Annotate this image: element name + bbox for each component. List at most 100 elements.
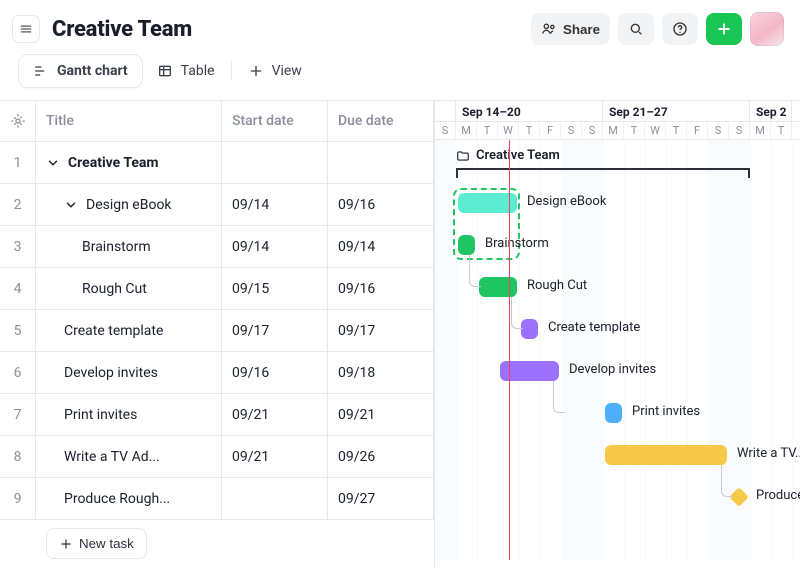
due-date-cell[interactable]: 09/21: [328, 394, 434, 436]
gear-icon: [10, 113, 26, 129]
task-title: Produce Rough...: [64, 491, 170, 507]
gantt-group-title: Creative Team: [476, 148, 560, 163]
row-number: 8: [0, 436, 36, 478]
gantt-bar-label: Write a TV...: [737, 446, 800, 461]
task-title-cell[interactable]: Develop invites: [36, 352, 222, 394]
due-date-cell[interactable]: 09/27: [328, 478, 434, 520]
gantt-bar[interactable]: [458, 235, 475, 255]
due-date-cell[interactable]: [328, 142, 434, 184]
search-button[interactable]: [618, 13, 654, 45]
start-date-cell[interactable]: 09/15: [222, 268, 328, 310]
task-title: Design eBook: [86, 197, 172, 213]
timeline-day-label: T: [519, 122, 540, 139]
task-title-cell[interactable]: Rough Cut: [36, 268, 222, 310]
timeline-day-label: T: [624, 122, 645, 139]
task-title: Brainstorm: [82, 239, 151, 255]
sidebar-toggle-button[interactable]: [12, 15, 40, 43]
gantt-bar-label: Print invites: [632, 404, 700, 419]
help-icon: [672, 21, 688, 37]
add-view-button[interactable]: View: [234, 55, 316, 87]
gantt-bar[interactable]: [605, 445, 727, 465]
gantt-dependency: [511, 297, 523, 329]
due-date-cell[interactable]: 09/14: [328, 226, 434, 268]
row-number: 6: [0, 352, 36, 394]
due-date-cell[interactable]: 09/16: [328, 184, 434, 226]
tab-gantt[interactable]: Gantt chart: [18, 54, 143, 88]
timeline-day-label: F: [687, 122, 708, 139]
table-icon: [157, 63, 173, 79]
share-label: Share: [563, 22, 600, 37]
due-date-cell[interactable]: 09/26: [328, 436, 434, 478]
start-date-cell[interactable]: 09/17: [222, 310, 328, 352]
start-date-cell[interactable]: 09/14: [222, 184, 328, 226]
table-settings-button[interactable]: [0, 101, 36, 142]
start-date-cell[interactable]: [222, 142, 328, 184]
timeline-day-label: S: [729, 122, 750, 139]
gantt-bar[interactable]: [479, 277, 517, 297]
task-title-cell[interactable]: Produce Rough...: [36, 478, 222, 520]
tab-table[interactable]: Table: [143, 55, 229, 87]
gantt-dependency: [469, 255, 481, 287]
task-title: Rough Cut: [82, 281, 147, 297]
task-title-cell[interactable]: Write a TV Ad...: [36, 436, 222, 478]
start-date-cell[interactable]: 09/21: [222, 394, 328, 436]
row-number: 7: [0, 394, 36, 436]
folder-icon: [456, 149, 470, 163]
timeline-day-label: T: [666, 122, 687, 139]
plus-icon: [59, 537, 73, 551]
task-title-cell[interactable]: Creative Team: [36, 142, 222, 184]
gantt-bar[interactable]: [521, 319, 538, 339]
gantt-bar[interactable]: [605, 403, 622, 423]
new-task-label: New task: [79, 536, 134, 551]
timeline-week-label: Sep 14–20: [456, 101, 603, 121]
start-date-cell[interactable]: 09/14: [222, 226, 328, 268]
timeline-day-label: F: [540, 122, 561, 139]
gantt-bar-label: Brainstorm: [485, 236, 549, 251]
gantt-bar-label: Design eBook: [527, 194, 606, 209]
task-title-cell[interactable]: Design eBook: [36, 184, 222, 226]
task-title: Write a TV Ad...: [64, 449, 160, 465]
task-title-cell[interactable]: Brainstorm: [36, 226, 222, 268]
row-number: 9: [0, 478, 36, 520]
help-button[interactable]: [662, 13, 698, 45]
search-icon: [628, 21, 644, 37]
gantt-bar-label: Create template: [548, 320, 640, 335]
timeline-day-label: S: [435, 122, 456, 139]
gantt-group-bracket: [456, 168, 750, 178]
tab-gantt-label: Gantt chart: [57, 63, 128, 79]
tab-separator: [231, 61, 232, 81]
due-date-cell[interactable]: 09/18: [328, 352, 434, 394]
gantt-dependency: [721, 465, 733, 497]
today-marker: [509, 140, 510, 560]
task-title-cell[interactable]: Create template: [36, 310, 222, 352]
due-date-cell[interactable]: 09/17: [328, 310, 434, 352]
new-task-button[interactable]: New task: [46, 528, 147, 559]
avatar[interactable]: [750, 12, 784, 46]
due-date-cell[interactable]: 09/16: [328, 268, 434, 310]
timeline-day-label: W: [645, 122, 666, 139]
start-date-cell[interactable]: [222, 478, 328, 520]
task-title-cell[interactable]: Print invites: [36, 394, 222, 436]
task-title: Creative Team: [68, 155, 159, 171]
share-button[interactable]: Share: [531, 13, 610, 45]
page-title: Creative Team: [52, 17, 192, 42]
gantt-dependency: [553, 381, 565, 413]
add-view-label: View: [272, 63, 302, 79]
create-button[interactable]: [706, 13, 742, 45]
start-date-cell[interactable]: 09/16: [222, 352, 328, 394]
start-date-cell[interactable]: 09/21: [222, 436, 328, 478]
gantt-bar-label: Produce...: [756, 488, 800, 503]
chevron-down-icon: [46, 156, 60, 170]
timeline-day-label: S: [561, 122, 582, 139]
timeline-day-label: W: [498, 122, 519, 139]
row-number: 5: [0, 310, 36, 352]
column-title[interactable]: Title: [36, 101, 222, 142]
timeline-day-label: M: [750, 122, 771, 139]
column-start-date[interactable]: Start date: [222, 101, 328, 142]
column-due-date[interactable]: Due date: [328, 101, 434, 142]
timeline-day-label: M: [603, 122, 624, 139]
gantt-bar-label: Develop invites: [569, 362, 656, 377]
task-title: Print invites: [64, 407, 137, 423]
row-number: 1: [0, 142, 36, 184]
timeline-day-label: S: [582, 122, 603, 139]
